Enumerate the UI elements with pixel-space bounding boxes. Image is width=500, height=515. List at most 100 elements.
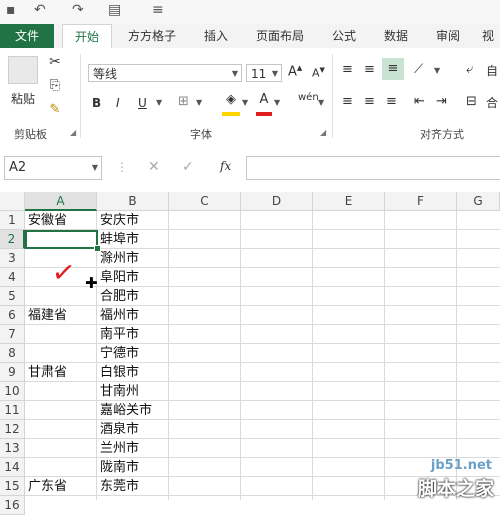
cell-b16[interactable]: 东莞市: [97, 477, 169, 496]
row-header-5[interactable]: 5: [0, 287, 25, 306]
cell-a9[interactable]: 甘肃省: [25, 363, 97, 382]
tab-insert[interactable]: 插入: [196, 24, 236, 48]
merge-center-button[interactable]: 合: [486, 94, 498, 111]
cancel-icon[interactable]: ✕: [148, 159, 160, 175]
chevron-down-icon[interactable]: ▼: [242, 98, 248, 107]
increase-indent-icon[interactable]: ⇥: [436, 94, 447, 109]
cell-b4[interactable]: 阜阳市: [97, 268, 169, 287]
touch-mode-icon[interactable]: ▤: [108, 2, 121, 18]
font-name-select[interactable]: 等线 ▼: [88, 64, 242, 82]
cell-b10[interactable]: 甘南州: [97, 382, 169, 401]
chevron-down-icon[interactable]: ▼: [156, 98, 162, 107]
row-header-7[interactable]: 7: [0, 325, 25, 344]
tab-fangfang[interactable]: 方方格子: [120, 24, 184, 48]
decrease-indent-icon[interactable]: ⇤: [414, 94, 425, 109]
row-header-1[interactable]: 1: [0, 211, 25, 230]
cell-b1[interactable]: 安庆市: [97, 211, 169, 230]
fill-color-icon[interactable]: ◈: [222, 92, 240, 116]
align-bottom-icon[interactable]: ≡: [382, 58, 404, 80]
column-header-e[interactable]: E: [313, 192, 385, 211]
clipboard-launcher-icon[interactable]: ◢: [70, 128, 76, 137]
row-header-13[interactable]: 13: [0, 439, 25, 458]
wrap-text-icon[interactable]: ⤶: [466, 62, 473, 77]
tab-formulas[interactable]: 公式: [324, 24, 364, 48]
cell-b14[interactable]: 陇南市: [97, 458, 169, 477]
orientation-icon[interactable]: ⟋: [414, 62, 423, 77]
cell-a6[interactable]: 福建省: [25, 306, 97, 325]
cell-b5[interactable]: 合肥市: [97, 287, 169, 306]
row-header-11[interactable]: 11: [0, 401, 25, 420]
shrink-font-button[interactable]: A▼: [312, 66, 325, 80]
column-header-b[interactable]: B: [97, 192, 169, 211]
row-header-10[interactable]: 10: [0, 382, 25, 401]
insert-function-icon[interactable]: fx: [220, 159, 231, 173]
cell-a2-selected[interactable]: [25, 230, 98, 249]
merge-center-icon[interactable]: ⊟: [466, 94, 477, 109]
cell-b7[interactable]: 南平市: [97, 325, 169, 344]
cell-b3[interactable]: 滁州市: [97, 249, 169, 268]
formula-input[interactable]: [246, 156, 500, 180]
tab-file[interactable]: 文件: [0, 24, 54, 48]
cell-b2[interactable]: 蚌埠市: [97, 230, 169, 249]
select-all-button[interactable]: [0, 192, 25, 211]
font-color-icon[interactable]: A: [256, 92, 272, 116]
align-center-icon[interactable]: ≡: [364, 94, 375, 109]
row-header-16[interactable]: 16: [0, 496, 25, 515]
bold-button[interactable]: B: [92, 96, 101, 110]
chevron-down-icon[interactable]: ▼: [196, 98, 202, 107]
enter-icon[interactable]: ✓: [182, 159, 194, 175]
column-header-a[interactable]: A: [25, 192, 97, 211]
wrap-text-button[interactable]: 自: [486, 62, 498, 79]
underline-button[interactable]: U: [138, 96, 147, 110]
grow-font-button[interactable]: A▲: [288, 64, 302, 79]
row-header-2[interactable]: 2: [0, 230, 25, 249]
align-middle-icon[interactable]: ≡: [364, 62, 375, 77]
paste-button[interactable]: 粘贴: [6, 90, 40, 107]
font-launcher-icon[interactable]: ◢: [320, 128, 326, 137]
row-header-15[interactable]: 15: [0, 477, 25, 496]
row-header-8[interactable]: 8: [0, 344, 25, 363]
italic-button[interactable]: I: [116, 96, 120, 110]
cell-b9[interactable]: 白银市: [97, 363, 169, 382]
column-header-c[interactable]: C: [169, 192, 241, 211]
chevron-down-icon[interactable]: ▼: [274, 98, 280, 107]
row-header-4[interactable]: 4: [0, 268, 25, 287]
cell-a16[interactable]: 广东省: [25, 477, 97, 496]
row-header-9[interactable]: 9: [0, 363, 25, 382]
align-right-icon[interactable]: ≡: [386, 94, 397, 109]
phonetic-button[interactable]: wén: [298, 92, 319, 103]
font-size-select[interactable]: 11 ▼: [246, 64, 282, 82]
row-header-3[interactable]: 3: [0, 249, 25, 268]
chevron-down-icon[interactable]: ▼: [318, 98, 324, 107]
tab-review[interactable]: 审阅: [428, 24, 468, 48]
tab-data[interactable]: 数据: [376, 24, 416, 48]
cell-b8[interactable]: 宁德市: [97, 344, 169, 363]
cell-b13[interactable]: 兰州市: [97, 439, 169, 458]
undo-icon[interactable]: ↶: [34, 2, 46, 18]
cell-a1[interactable]: 安徽省: [25, 211, 97, 230]
row-header-6[interactable]: 6: [0, 306, 25, 325]
chevron-down-icon[interactable]: ▼: [434, 66, 440, 75]
name-box[interactable]: A2 ▼: [4, 156, 102, 180]
borders-icon[interactable]: ⊞: [178, 94, 189, 109]
redo-icon[interactable]: ↷: [72, 2, 84, 18]
customize-qat-icon[interactable]: ≡: [152, 2, 164, 18]
align-left-icon[interactable]: ≡: [342, 94, 353, 109]
cell-b6[interactable]: 福州市: [97, 306, 169, 325]
column-header-d[interactable]: D: [241, 192, 313, 211]
tab-home[interactable]: 开始: [62, 24, 112, 50]
column-header-g[interactable]: G: [457, 192, 500, 211]
column-header-f[interactable]: F: [385, 192, 457, 211]
tab-view[interactable]: 视: [476, 24, 500, 48]
cell-b11[interactable]: 嘉峪关市: [97, 401, 169, 420]
row-header-12[interactable]: 12: [0, 420, 25, 439]
align-top-icon[interactable]: ≡: [342, 62, 353, 77]
tab-page-layout[interactable]: 页面布局: [248, 24, 312, 48]
row-header-14[interactable]: 14: [0, 458, 25, 477]
cut-icon[interactable]: ✂: [46, 54, 64, 70]
format-painter-icon[interactable]: ✎: [46, 102, 64, 117]
copy-icon[interactable]: ⎘: [46, 78, 64, 93]
paste-icon[interactable]: [8, 56, 38, 84]
save-icon[interactable]: ▪: [6, 2, 16, 18]
cell-b12[interactable]: 酒泉市: [97, 420, 169, 439]
